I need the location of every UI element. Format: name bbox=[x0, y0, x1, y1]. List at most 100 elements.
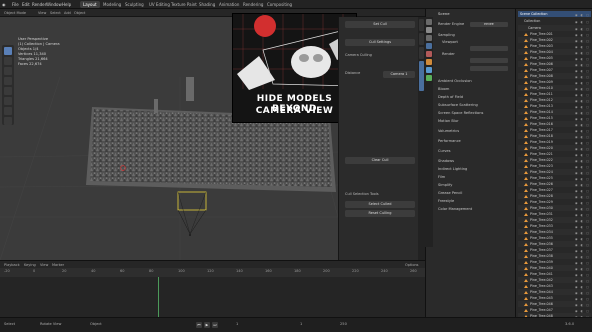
camera-object[interactable] bbox=[177, 191, 207, 236]
select-box-icon[interactable] bbox=[4, 47, 12, 55]
tab-compositing[interactable]: Compositing bbox=[264, 1, 295, 8]
outliner-item-label: Pine_Tree.040 bbox=[530, 266, 553, 270]
options-dropdown[interactable]: Options bbox=[405, 263, 419, 267]
outliner-item-label: Pine_Tree.039 bbox=[530, 260, 553, 264]
render-samples-input[interactable] bbox=[470, 58, 508, 63]
section-indirect-lighting[interactable]: Indirect Lighting bbox=[438, 167, 512, 171]
jump-start-button[interactable]: ⏮ bbox=[196, 322, 202, 328]
camera-select[interactable]: Camera 1 bbox=[383, 71, 415, 78]
end-frame[interactable]: 250 bbox=[340, 322, 347, 326]
outliner-item-label: Pine_Tree.032 bbox=[530, 218, 553, 222]
view-menu[interactable]: View bbox=[40, 263, 48, 267]
temporal-reprojection-toggle[interactable] bbox=[470, 66, 508, 71]
keying-menu[interactable]: Keying bbox=[24, 263, 36, 267]
modifier-tab-icon[interactable] bbox=[426, 67, 432, 73]
tab-modeling[interactable]: Modeling bbox=[100, 1, 124, 8]
frame-tick-label: 140 bbox=[236, 269, 243, 273]
section-subsurface[interactable]: Subsurface Scattering bbox=[438, 103, 512, 107]
tab-view[interactable] bbox=[419, 47, 424, 59]
section-viewport[interactable]: Viewport bbox=[438, 40, 512, 44]
section-ambient-occlusion[interactable]: Ambient Occlusion bbox=[438, 79, 512, 83]
outliner-item-label: Pine_Tree.004 bbox=[530, 50, 553, 54]
section-simplify[interactable]: Simplify bbox=[438, 183, 512, 187]
mesh-object-icon bbox=[524, 230, 528, 234]
start-frame[interactable]: 1 bbox=[300, 322, 302, 326]
mesh-object-icon bbox=[524, 266, 528, 270]
section-render[interactable]: Render bbox=[438, 52, 512, 56]
timeline-area[interactable] bbox=[0, 277, 425, 317]
section-color-management[interactable]: Color Management bbox=[438, 207, 512, 211]
menu-window[interactable]: Window bbox=[46, 2, 62, 7]
rotate-icon[interactable] bbox=[4, 77, 12, 85]
tab-layout[interactable]: Layout bbox=[80, 1, 100, 8]
outliner-item-label: Pine_Tree.035 bbox=[530, 236, 553, 240]
object-tab-icon[interactable] bbox=[426, 59, 432, 65]
transform-icon[interactable] bbox=[4, 97, 12, 105]
visibility-icons[interactable]: ◉ ◐ ▢ bbox=[575, 19, 590, 24]
tab-culling[interactable] bbox=[419, 61, 424, 91]
section-grease-pencil[interactable]: Grease Pencil bbox=[438, 191, 512, 195]
section-ssr[interactable]: Screen Space Reflections bbox=[438, 111, 512, 115]
section-freestyle[interactable]: Freestyle bbox=[438, 199, 512, 203]
playback-menu[interactable]: Playback bbox=[4, 263, 20, 267]
move-icon[interactable] bbox=[4, 67, 12, 75]
set-cull-button[interactable]: Set Cull bbox=[345, 21, 415, 28]
annotate-icon[interactable] bbox=[4, 107, 12, 115]
section-volumetrics[interactable]: Volumetrics bbox=[438, 129, 512, 133]
menu-help[interactable]: Help bbox=[62, 2, 71, 7]
tab-sculpting[interactable]: Sculpting bbox=[122, 1, 147, 8]
tool-tab-icon[interactable] bbox=[426, 19, 432, 25]
jump-end-button[interactable]: ⏭ bbox=[212, 322, 218, 328]
blender-logo-icon[interactable]: ◉ bbox=[2, 2, 6, 7]
outliner-collection[interactable]: Collection ◉ ◐ ▢ bbox=[518, 18, 591, 24]
render-tab-icon[interactable] bbox=[426, 27, 432, 33]
playhead[interactable] bbox=[158, 277, 159, 317]
tab-animation[interactable]: Animation bbox=[216, 1, 242, 8]
scale-icon[interactable] bbox=[4, 87, 12, 95]
outliner-scene-collection[interactable]: Scene Collection ◉ ◐ ▢ bbox=[518, 11, 591, 17]
outliner-item-label: Pine_Tree.011 bbox=[530, 92, 553, 96]
object-menu[interactable]: Object bbox=[74, 11, 85, 15]
output-tab-icon[interactable] bbox=[426, 35, 432, 41]
tab-item[interactable] bbox=[419, 19, 424, 31]
mesh-object-icon bbox=[524, 128, 528, 132]
tab-shading[interactable]: Shading bbox=[196, 1, 218, 8]
current-frame[interactable]: 1 bbox=[236, 322, 238, 326]
measure-icon[interactable] bbox=[4, 117, 12, 125]
data-tab-icon[interactable] bbox=[426, 75, 432, 81]
view-menu[interactable]: View bbox=[38, 11, 46, 15]
visibility-icons[interactable]: ◉ ◐ ▢ bbox=[575, 12, 590, 17]
world-tab-icon[interactable] bbox=[426, 51, 432, 57]
outliner: Scene Collection ◉ ◐ ▢ Collection ◉ ◐ ▢ Came… bbox=[515, 9, 592, 327]
reset-culling-button[interactable]: Reset Culling bbox=[345, 210, 415, 217]
section-sampling[interactable]: Sampling bbox=[438, 33, 512, 37]
select-menu[interactable]: Select bbox=[50, 11, 61, 15]
viewport-samples-input[interactable] bbox=[470, 46, 508, 51]
section-film[interactable]: Film bbox=[438, 175, 512, 179]
section-depth-of-field[interactable]: Depth of Field bbox=[438, 95, 512, 99]
frame-tick-label: 80 bbox=[149, 269, 154, 273]
section-bloom[interactable]: Bloom bbox=[438, 87, 512, 91]
menu-render[interactable]: Render bbox=[32, 2, 46, 7]
menu-file[interactable]: File bbox=[12, 2, 19, 7]
outliner-item-label: Pine_Tree.014 bbox=[530, 110, 553, 114]
section-shadows[interactable]: Shadows bbox=[438, 159, 512, 163]
clear-cull-button[interactable]: Clear Cull bbox=[345, 157, 415, 164]
tab-tool[interactable] bbox=[419, 33, 424, 45]
section-performance[interactable]: Performance bbox=[438, 139, 512, 143]
timeline-ruler[interactable]: -20 0 20 40 60 80 100 120 140 160 180 200 220 240 260 bbox=[0, 268, 425, 277]
frame-tick-label: 120 bbox=[207, 269, 214, 273]
cull-settings-button[interactable]: Cull Settings bbox=[345, 39, 415, 46]
scene-tab-icon[interactable] bbox=[426, 43, 432, 49]
play-button[interactable]: ▶ bbox=[204, 322, 210, 328]
section-motion-blur[interactable]: Motion Blur bbox=[438, 119, 512, 123]
section-curves[interactable]: Curves bbox=[438, 149, 512, 153]
marker-menu[interactable]: Marker bbox=[52, 263, 64, 267]
object-mode-dropdown[interactable]: Object Mode bbox=[4, 11, 26, 15]
add-menu[interactable]: Add bbox=[64, 11, 71, 15]
cursor-icon[interactable] bbox=[4, 57, 12, 65]
render-engine-select[interactable]: EEVEE bbox=[470, 22, 508, 27]
menu-edit[interactable]: Edit bbox=[22, 2, 30, 7]
tab-rendering[interactable]: Rendering bbox=[240, 1, 266, 8]
select-culled-button[interactable]: Select Culled bbox=[345, 201, 415, 208]
